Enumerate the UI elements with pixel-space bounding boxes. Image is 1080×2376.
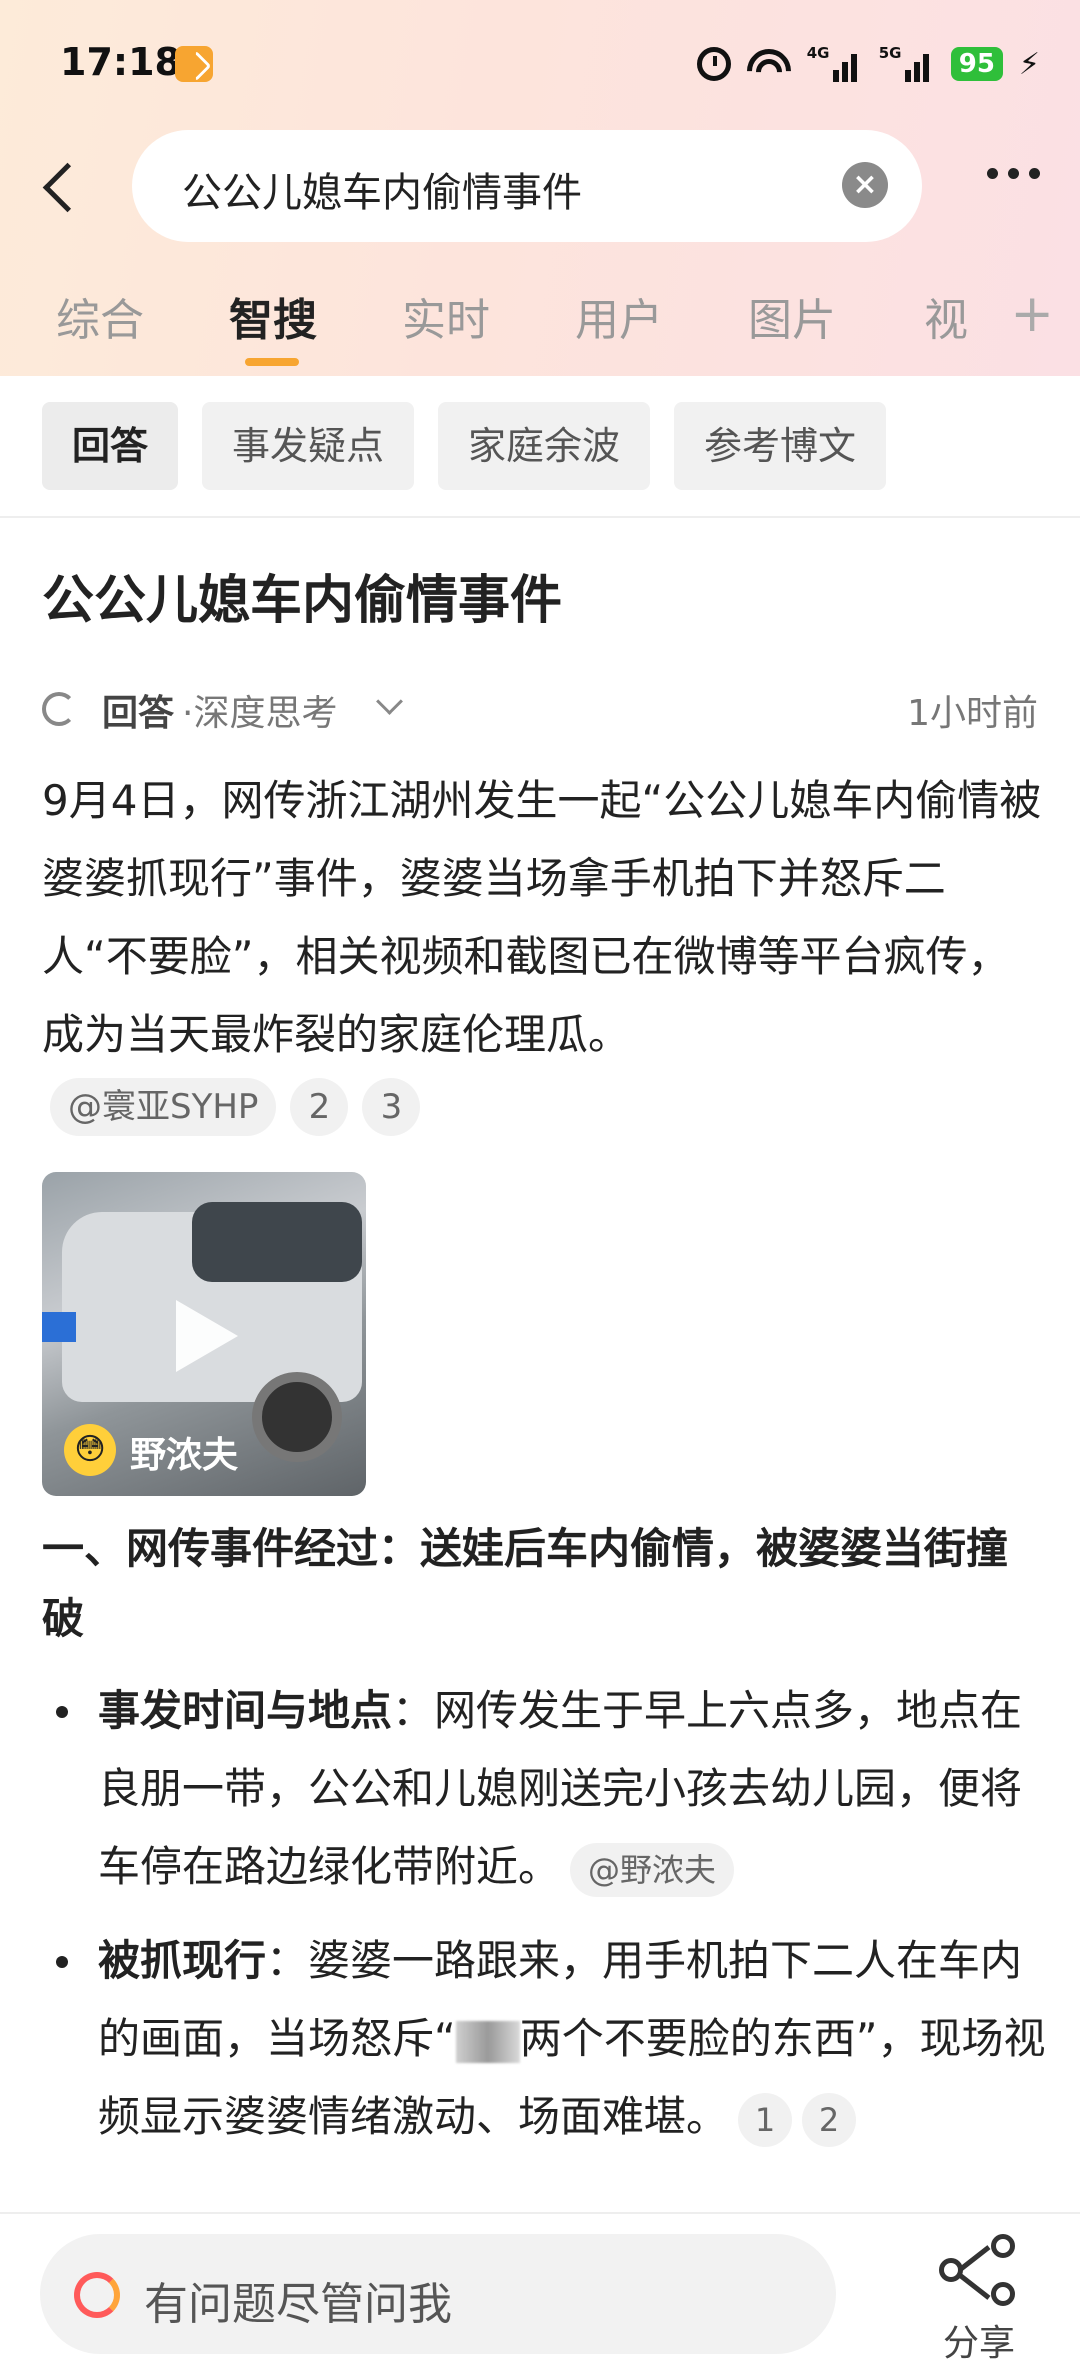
reference-source[interactable]: @寰亚SYHP <box>50 1078 277 1136</box>
app-notification-icon <box>175 46 213 82</box>
divider <box>0 516 1080 518</box>
tab-users[interactable]: 用户 <box>575 284 663 348</box>
share-icon <box>939 2232 1019 2308</box>
reference-number[interactable]: 1 <box>738 2092 793 2147</box>
more-icon[interactable] <box>987 168 1040 179</box>
clear-icon[interactable]: × <box>842 162 888 208</box>
list-item: 事发时间与地点：网传发生于早上六点多，地点在良朋一带，公公和儿媳刚送完小孩去幼儿… <box>56 1672 1046 1906</box>
ai-search-icon <box>74 2272 120 2318</box>
share-button[interactable]: 分享 <box>934 2232 1024 2364</box>
back-icon[interactable] <box>40 158 84 214</box>
answer-title: 公公儿媳车内偷情事件 <box>42 571 563 631</box>
meta-answer-label: 回答 <box>102 693 175 734</box>
answer-meta: 回答 ·深度思考 1小时前 <box>42 682 1038 734</box>
list-item: 被抓现行：婆婆一路跟来，用手机拍下二人在车内的画面，当场怒斥“ 两个不要脸的东西”… <box>56 1922 1046 2156</box>
answer-timestamp: 1小时前 <box>907 693 1038 734</box>
ask-input[interactable]: 有问题尽管问我 <box>40 2234 836 2354</box>
add-tab-icon[interactable]: + <box>1010 288 1054 340</box>
search-query: 公公儿媳车内偷情事件 <box>182 170 582 216</box>
tab-general[interactable]: 综合 <box>56 284 144 348</box>
car-wheel <box>252 1372 342 1462</box>
answer-intro: 9月4日，网传浙江湖州发生一起“公公儿媳车内偷情被婆婆抓现行”事件，婆婆当场拿手… <box>42 776 1042 1059</box>
signal-5g-icon: 5G <box>879 44 935 84</box>
chip-answer[interactable]: 回答 <box>42 402 179 490</box>
bullet-title: 被抓现行 <box>98 1936 267 1985</box>
battery-indicator: 95 <box>950 47 1003 81</box>
video-thumbnail[interactable]: 😳 野浓夫 <box>42 1172 366 1496</box>
reference-number[interactable]: 3 <box>362 1078 421 1136</box>
reference-number[interactable]: 2 <box>290 1078 349 1136</box>
ask-placeholder: 有问题尽管问我 <box>144 2279 452 2330</box>
signal-4g-icon: 4G <box>807 44 863 84</box>
tab-realtime[interactable]: 实时 <box>402 284 490 348</box>
active-tab-indicator <box>245 358 299 366</box>
alarm-icon <box>696 47 731 81</box>
bullet-title: 事发时间与地点 <box>98 1686 393 1735</box>
deep-thinking-toggle[interactable]: ·深度思考 <box>182 684 337 736</box>
charging-icon: ⚡ <box>1018 46 1040 82</box>
intro-references: @寰亚SYHP 2 3 <box>50 1078 421 1136</box>
tab-smart-search[interactable]: 智搜 <box>229 284 317 348</box>
tab-bar: 综合 智搜 实时 用户 图片 视 <box>56 284 1056 364</box>
refresh-icon <box>42 692 76 726</box>
status-bar: 17:18 4G 5G 95 ⚡ <box>60 38 1040 90</box>
chip-family-aftermath[interactable]: 家庭余波 <box>438 402 651 490</box>
bottom-bar: 有问题尽管问我 分享 <box>0 2214 1080 2376</box>
tab-video[interactable]: 视 <box>924 284 968 348</box>
bullet-icon <box>56 1706 68 1718</box>
author-avatar: 😳 <box>64 1424 116 1476</box>
car-window <box>192 1202 362 1282</box>
reference-source[interactable]: @野浓夫 <box>570 1842 735 1897</box>
tab-images[interactable]: 图片 <box>748 284 836 348</box>
license-plate <box>42 1312 76 1342</box>
search-input[interactable]: 公公儿媳车内偷情事件 × <box>132 130 922 242</box>
chip-reference-posts[interactable]: 参考博文 <box>674 402 887 490</box>
section-heading: 一、网传事件经过：送娃后车内偷情，被婆婆当街撞破 <box>42 1524 1009 1643</box>
play-icon[interactable] <box>176 1300 238 1372</box>
section-chips: 回答 事发疑点 家庭余波 参考博文 <box>42 402 887 490</box>
share-label: 分享 <box>942 2323 1015 2364</box>
wifi-icon <box>746 47 791 81</box>
chip-incident-doubts[interactable]: 事发疑点 <box>202 402 415 490</box>
video-author: 野浓夫 <box>130 1435 239 1476</box>
bullet-icon <box>56 1956 68 1968</box>
reference-number[interactable]: 2 <box>802 2092 857 2147</box>
chevron-down-icon[interactable] <box>376 688 403 715</box>
censored-text <box>455 2020 520 2063</box>
status-time: 17:18 <box>60 40 181 84</box>
